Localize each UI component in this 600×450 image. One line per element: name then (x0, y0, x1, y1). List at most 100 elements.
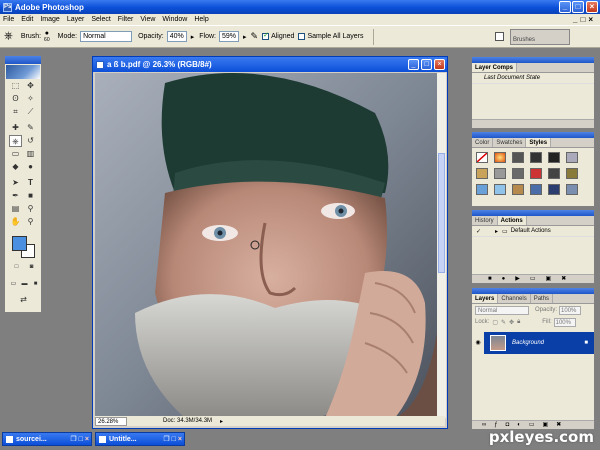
style-swatch[interactable] (512, 152, 524, 163)
toolbox-header[interactable] (5, 56, 41, 64)
lock-position-icon[interactable]: ✥ (509, 319, 514, 326)
opacity-dropdown-icon[interactable]: ▸ (191, 33, 195, 41)
maximize-button[interactable]: □ (572, 1, 584, 13)
style-swatch[interactable] (566, 184, 578, 195)
adobe-logo-icon[interactable] (6, 65, 40, 79)
document-title-bar[interactable]: a ß b.pdf @ 26.3% (RGB/8#) (93, 57, 447, 72)
layer-row-background[interactable]: ◉ Background ■ (472, 332, 594, 354)
tab-actions[interactable]: Actions (497, 216, 527, 225)
menu-file[interactable]: File (3, 16, 14, 23)
flow-dropdown-icon[interactable]: ▸ (243, 33, 247, 41)
gradient-tool-icon[interactable]: ▥ (24, 148, 37, 160)
airbrush-icon[interactable]: ✎ (251, 31, 259, 42)
style-swatch[interactable] (530, 152, 542, 163)
slice-tool-icon[interactable]: ⟋ (24, 106, 37, 118)
pen-tool-icon[interactable]: ✒ (9, 190, 22, 202)
minimized-maximize-icon[interactable]: □ (79, 436, 83, 443)
style-swatch[interactable] (494, 168, 506, 179)
menu-filter[interactable]: Filter (118, 16, 134, 23)
tab-paths[interactable]: Paths (531, 294, 554, 303)
minimized-restore-icon[interactable]: ❐ (163, 435, 169, 443)
healing-brush-tool-icon[interactable]: ✚ (9, 122, 22, 134)
record-icon[interactable]: ● (502, 275, 506, 283)
menu-layer[interactable]: Layer (67, 16, 85, 23)
standard-mode-icon[interactable]: □ (10, 261, 23, 273)
minimized-close-icon[interactable]: × (85, 436, 89, 443)
style-swatch[interactable] (548, 168, 560, 179)
minimized-maximize-icon[interactable]: □ (172, 436, 176, 443)
doc-close-button[interactable]: × (588, 14, 593, 25)
doc-restore-button[interactable]: □ (580, 14, 585, 25)
tab-color[interactable]: Color (472, 138, 494, 147)
close-button[interactable]: × (586, 1, 598, 13)
palette-well[interactable]: Brushes (510, 29, 570, 45)
magic-wand-tool-icon[interactable]: ✧ (24, 93, 37, 105)
opacity-input[interactable]: 40% (166, 31, 187, 42)
notes-tool-icon[interactable]: ▤ (9, 203, 22, 215)
eyedropper-tool-icon[interactable]: ⚲ (24, 203, 37, 215)
dodge-tool-icon[interactable]: ● (24, 161, 37, 173)
lasso-tool-icon[interactable]: ʘ (9, 93, 22, 105)
eraser-tool-icon[interactable]: ▭ (9, 148, 22, 160)
image-canvas[interactable] (95, 73, 437, 418)
play-icon[interactable]: ▶ (515, 275, 520, 283)
layer-opacity-input[interactable]: 100% (559, 305, 582, 315)
path-selection-tool-icon[interactable]: ➤ (9, 177, 22, 189)
layer-visibility-eye-icon[interactable]: ◉ (472, 332, 484, 354)
default-actions-row[interactable]: ✓ ▸ ▭ Default Actions (472, 226, 594, 237)
menu-edit[interactable]: Edit (21, 16, 33, 23)
history-brush-tool-icon[interactable]: ↺ (24, 135, 37, 147)
menu-image[interactable]: Image (40, 16, 59, 23)
style-swatch[interactable] (494, 184, 506, 195)
jump-to-imageready-icon[interactable]: ⇄ (17, 294, 30, 306)
style-swatch[interactable] (476, 184, 488, 195)
style-swatch[interactable] (548, 184, 560, 195)
trash-icon[interactable]: ✖ (561, 275, 566, 283)
foreground-color-swatch[interactable] (12, 236, 27, 251)
brush-tool-icon[interactable]: ✎ (24, 122, 37, 134)
new-set-icon[interactable]: ▭ (530, 275, 536, 283)
document-maximize-button[interactable]: □ (421, 59, 432, 70)
fill-input[interactable]: 100% (553, 317, 576, 327)
new-action-icon[interactable]: ▣ (546, 275, 552, 283)
lock-all-icon[interactable]: 🔒︎ (517, 319, 520, 326)
minimize-button[interactable]: _ (559, 1, 571, 13)
mode-select[interactable]: Normal (80, 31, 133, 42)
status-menu-arrow-icon[interactable]: ▸ (220, 418, 223, 425)
blur-tool-icon[interactable]: ◆ (9, 161, 22, 173)
minimized-window-untitled[interactable]: Untitle... ❐ □ × (95, 432, 185, 446)
minimized-restore-icon[interactable]: ❐ (70, 435, 76, 443)
document-size-info[interactable]: Doc: 34.3M/34.3M (163, 418, 212, 424)
style-swatch[interactable] (476, 168, 488, 179)
clone-stamp-tool-icon[interactable]: ⎈ (9, 135, 22, 147)
lock-image-icon[interactable]: ✎ (501, 319, 506, 326)
vertical-scrollbar[interactable] (437, 73, 446, 418)
tab-swatches[interactable]: Swatches (493, 138, 527, 147)
marquee-tool-icon[interactable]: ⬚ (9, 80, 22, 92)
minimized-close-icon[interactable]: × (178, 436, 182, 443)
lock-transparency-icon[interactable]: ▢ (492, 319, 498, 326)
style-swatch[interactable] (566, 168, 578, 179)
last-document-state-row[interactable]: Last Document State (472, 73, 594, 84)
move-tool-icon[interactable]: ✥ (24, 80, 37, 92)
tab-styles[interactable]: Styles (526, 138, 552, 147)
tab-layers[interactable]: Layers (472, 294, 499, 303)
style-swatch[interactable] (512, 184, 524, 195)
type-tool-icon[interactable]: T (24, 177, 37, 189)
brush-picker[interactable]: ● 60 (44, 30, 50, 43)
style-swatch[interactable] (548, 152, 560, 163)
style-swatch[interactable] (530, 168, 542, 179)
file-browser-icon[interactable] (495, 32, 504, 41)
menu-select[interactable]: Select (91, 16, 110, 23)
quick-mask-mode-icon[interactable]: ◙ (25, 261, 38, 273)
minimized-window-sourcei[interactable]: sourcei... ❐ □ × (2, 432, 92, 446)
style-swatch[interactable] (530, 184, 542, 195)
brushes-tab[interactable]: Brushes (513, 37, 535, 43)
document-close-button[interactable]: × (434, 59, 445, 70)
style-swatch[interactable] (566, 152, 578, 163)
document-minimize-button[interactable]: _ (408, 59, 419, 70)
tab-channels[interactable]: Channels (498, 294, 531, 303)
screen-mode-full-icon[interactable]: ■ (29, 278, 42, 290)
tab-layer-comps[interactable]: Layer Comps (472, 63, 518, 72)
sample-all-layers-checkbox[interactable] (298, 33, 306, 40)
